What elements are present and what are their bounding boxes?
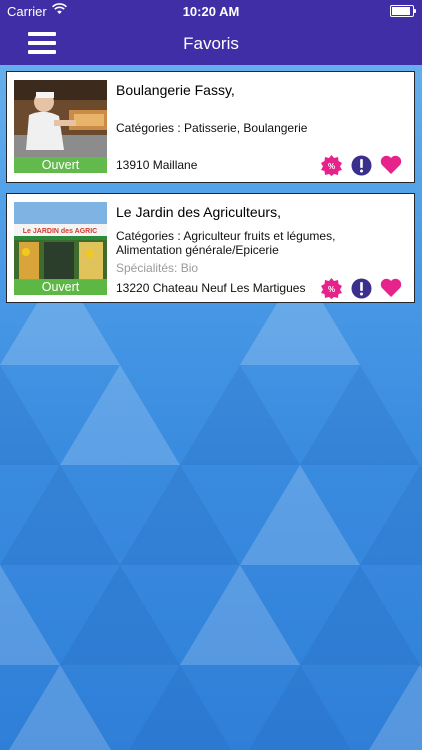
svg-text:%: % bbox=[327, 162, 334, 171]
shop-address: 13910 Maillane bbox=[116, 158, 198, 172]
card-actions: % bbox=[316, 154, 406, 176]
shop-name: Boulangerie Fassy, bbox=[116, 82, 235, 98]
svg-text:Le JARDIN des AGRIC: Le JARDIN des AGRIC bbox=[23, 228, 97, 235]
page-title: Favoris bbox=[183, 34, 239, 53]
status-bar: Carrier 10:20 AM bbox=[0, 0, 422, 22]
shop-photo: Le JARDIN des AGRIC Ouvert bbox=[14, 202, 107, 295]
favorite-card[interactable]: Le JARDIN des AGRIC Ouvert Le Jardin des… bbox=[6, 193, 415, 303]
clock-time: 10:20 AM bbox=[182, 4, 240, 19]
shop-photo: Ouvert bbox=[14, 80, 107, 173]
shop-specialties: Spécialités: Bio bbox=[116, 261, 199, 275]
shop-name: Le Jardin des Agriculteurs, bbox=[116, 204, 281, 220]
open-status-badge: Ouvert bbox=[14, 279, 107, 295]
open-status-badge: Ouvert bbox=[14, 157, 107, 173]
shop-categories: Catégories : Patisserie, Boulangerie bbox=[116, 121, 308, 135]
info-icon[interactable] bbox=[346, 277, 376, 299]
shop-address: 13220 Chateau Neuf Les Martigues bbox=[116, 281, 306, 295]
navigation-bar: Favoris bbox=[0, 22, 422, 65]
promo-badge-icon[interactable]: % bbox=[316, 277, 346, 299]
svg-text:%: % bbox=[327, 285, 334, 294]
info-icon[interactable] bbox=[346, 154, 376, 176]
battery-icon bbox=[390, 5, 416, 17]
card-actions: % bbox=[316, 277, 406, 299]
heart-icon[interactable] bbox=[376, 277, 406, 299]
favorite-card[interactable]: Ouvert Boulangerie Fassy, Catégories : P… bbox=[6, 71, 415, 183]
battery-level bbox=[392, 7, 410, 15]
heart-icon[interactable] bbox=[376, 154, 406, 176]
promo-badge-icon[interactable]: % bbox=[316, 154, 346, 176]
page-title-container: Favoris bbox=[0, 34, 422, 54]
shop-categories: Catégories : Agriculteur fruits et légum… bbox=[116, 229, 336, 257]
